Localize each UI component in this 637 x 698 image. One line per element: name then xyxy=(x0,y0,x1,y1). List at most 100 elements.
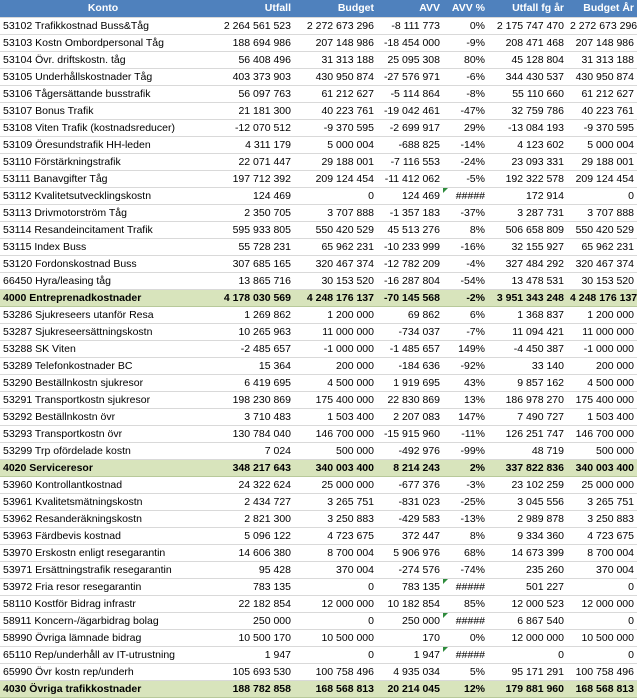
header-avv-percent[interactable]: AVV % xyxy=(443,0,488,18)
cell-avv-percent[interactable]: -9% xyxy=(443,34,488,52)
cell-budget-ar[interactable]: 1 200 000 xyxy=(567,306,637,324)
cell-utfall-fg-ar[interactable]: 95 171 291 xyxy=(488,663,567,681)
cell-budget[interactable]: 0 xyxy=(294,646,377,664)
cell-budget-ar[interactable]: 8 700 004 xyxy=(567,544,637,562)
cell-avv[interactable]: 20 214 045 xyxy=(377,680,443,698)
cell-avv[interactable]: 5 906 976 xyxy=(377,544,443,562)
cell-konto[interactable]: 53293 Transportkostn övr xyxy=(0,425,206,443)
cell-avv-percent[interactable]: 8% xyxy=(443,527,488,545)
cell-avv-percent[interactable]: 68% xyxy=(443,544,488,562)
cell-konto[interactable]: 4030 Övriga trafikkostnader xyxy=(0,680,206,698)
cell-avv[interactable]: -11 412 062 xyxy=(377,170,443,188)
cell-budget-ar[interactable]: 65 962 231 xyxy=(567,238,637,256)
cell-avv-percent[interactable]: -37% xyxy=(443,204,488,222)
cell-avv[interactable]: -12 782 209 xyxy=(377,255,443,273)
cell-utfall-fg-ar[interactable]: 45 128 804 xyxy=(488,51,567,69)
cell-utfall[interactable]: 56 408 496 xyxy=(206,51,294,69)
cell-avv[interactable]: 170 xyxy=(377,629,443,647)
cell-avv-percent[interactable]: -6% xyxy=(443,68,488,86)
cell-utfall-fg-ar[interactable]: 186 978 270 xyxy=(488,391,567,409)
cell-avv[interactable]: -19 042 461 xyxy=(377,102,443,120)
cell-konto[interactable]: 53299 Trp ofördelade kostn xyxy=(0,442,206,460)
cell-utfall[interactable]: 10 265 963 xyxy=(206,323,294,341)
cell-budget-ar[interactable]: 30 153 520 xyxy=(567,272,637,290)
cell-avv[interactable]: -2 699 917 xyxy=(377,119,443,137)
cell-budget[interactable]: 10 500 000 xyxy=(294,629,377,647)
cell-utfall-fg-ar[interactable]: 179 881 960 xyxy=(488,680,567,698)
cell-budget[interactable]: 29 188 001 xyxy=(294,153,377,171)
cell-avv[interactable]: -10 233 999 xyxy=(377,238,443,256)
cell-avv[interactable]: 4 935 034 xyxy=(377,663,443,681)
cell-utfall-fg-ar[interactable]: 48 719 xyxy=(488,442,567,460)
cell-konto[interactable]: 53108 Viten Trafik (kostnadsreducer) xyxy=(0,119,206,137)
cell-budget-ar[interactable]: 61 212 627 xyxy=(567,85,637,103)
cell-budget-ar[interactable]: 209 124 454 xyxy=(567,170,637,188)
cell-avv[interactable]: -831 023 xyxy=(377,493,443,511)
cell-avv-percent[interactable]: -74% xyxy=(443,561,488,579)
cell-budget[interactable]: 500 000 xyxy=(294,442,377,460)
cell-avv-percent[interactable]: 29% xyxy=(443,119,488,137)
cell-konto[interactable]: 53112 Kvalitetsutvecklingskostn xyxy=(0,187,206,205)
cell-avv[interactable]: -492 976 xyxy=(377,442,443,460)
cell-utfall[interactable]: -12 070 512 xyxy=(206,119,294,137)
cell-budget-ar[interactable]: 29 188 001 xyxy=(567,153,637,171)
cell-utfall[interactable]: 250 000 xyxy=(206,612,294,630)
cell-budget[interactable]: 168 568 813 xyxy=(294,680,377,698)
cell-budget[interactable]: 3 250 883 xyxy=(294,510,377,528)
cell-konto[interactable]: 53111 Banavgifter Tåg xyxy=(0,170,206,188)
cell-budget[interactable]: 25 000 000 xyxy=(294,476,377,494)
cell-budget[interactable]: 8 700 004 xyxy=(294,544,377,562)
cell-avv[interactable]: -274 576 xyxy=(377,561,443,579)
cell-budget-ar[interactable]: 3 707 888 xyxy=(567,204,637,222)
cell-konto[interactable]: 53286 Sjukreseers utanför Resa xyxy=(0,306,206,324)
cell-budget[interactable]: 4 248 176 137 xyxy=(294,289,377,307)
cell-konto[interactable]: 53113 Drivmotorström Tåg xyxy=(0,204,206,222)
cell-avv-percent[interactable]: -7% xyxy=(443,323,488,341)
cell-avv-percent[interactable]: ##### xyxy=(443,646,488,664)
cell-utfall-fg-ar[interactable]: 55 110 660 xyxy=(488,85,567,103)
cell-avv[interactable]: 25 095 308 xyxy=(377,51,443,69)
cell-budget-ar[interactable]: 550 420 529 xyxy=(567,221,637,239)
cell-utfall-fg-ar[interactable]: 3 951 343 248 xyxy=(488,289,567,307)
cell-avv[interactable]: -8 111 773 xyxy=(377,17,443,35)
cell-utfall-fg-ar[interactable]: 1 368 837 xyxy=(488,306,567,324)
cell-utfall[interactable]: 56 097 763 xyxy=(206,85,294,103)
cell-budget[interactable]: 340 003 400 xyxy=(294,459,377,477)
cell-utfall[interactable]: 14 606 380 xyxy=(206,544,294,562)
cell-budget-ar[interactable]: 207 148 986 xyxy=(567,34,637,52)
cell-avv-percent[interactable]: ##### xyxy=(443,612,488,630)
cell-avv[interactable]: 783 135 xyxy=(377,578,443,596)
cell-utfall[interactable]: 55 728 231 xyxy=(206,238,294,256)
cell-budget[interactable]: 4 723 675 xyxy=(294,527,377,545)
cell-avv-percent[interactable]: -24% xyxy=(443,153,488,171)
cell-utfall[interactable]: 5 096 122 xyxy=(206,527,294,545)
cell-avv-percent[interactable]: 5% xyxy=(443,663,488,681)
cell-konto[interactable]: 53289 Telefonkostnader BC xyxy=(0,357,206,375)
cell-avv-percent[interactable]: -14% xyxy=(443,136,488,154)
cell-avv[interactable]: -5 114 864 xyxy=(377,85,443,103)
cell-utfall-fg-ar[interactable]: 23 102 259 xyxy=(488,476,567,494)
cell-utfall-fg-ar[interactable]: 192 322 578 xyxy=(488,170,567,188)
cell-utfall-fg-ar[interactable]: 6 867 540 xyxy=(488,612,567,630)
cell-utfall[interactable]: 198 230 869 xyxy=(206,391,294,409)
cell-konto[interactable]: 53110 Förstärkningstrafik xyxy=(0,153,206,171)
cell-utfall[interactable]: 4 311 179 xyxy=(206,136,294,154)
cell-avv-percent[interactable]: 0% xyxy=(443,17,488,35)
cell-budget[interactable]: 100 758 496 xyxy=(294,663,377,681)
cell-konto[interactable]: 53102 Trafikkostnad Buss&Tåg xyxy=(0,17,206,35)
cell-avv-percent[interactable]: 80% xyxy=(443,51,488,69)
cell-utfall-fg-ar[interactable]: 2 175 747 470 xyxy=(488,17,567,35)
cell-konto[interactable]: 53120 Fordonskostnad Buss xyxy=(0,255,206,273)
cell-utfall-fg-ar[interactable]: 3 045 556 xyxy=(488,493,567,511)
header-konto[interactable]: Konto xyxy=(0,0,206,18)
cell-konto[interactable]: 53963 Färdbevis kostnad xyxy=(0,527,206,545)
cell-budget[interactable]: 12 000 000 xyxy=(294,595,377,613)
cell-utfall[interactable]: 348 217 643 xyxy=(206,459,294,477)
cell-budget-ar[interactable]: 0 xyxy=(567,646,637,664)
cell-budget[interactable]: 4 500 000 xyxy=(294,374,377,392)
cell-avv[interactable]: -677 376 xyxy=(377,476,443,494)
cell-utfall[interactable]: 22 182 854 xyxy=(206,595,294,613)
cell-budget[interactable]: 11 000 000 xyxy=(294,323,377,341)
cell-avv-percent[interactable]: 0% xyxy=(443,629,488,647)
cell-utfall[interactable]: 124 469 xyxy=(206,187,294,205)
